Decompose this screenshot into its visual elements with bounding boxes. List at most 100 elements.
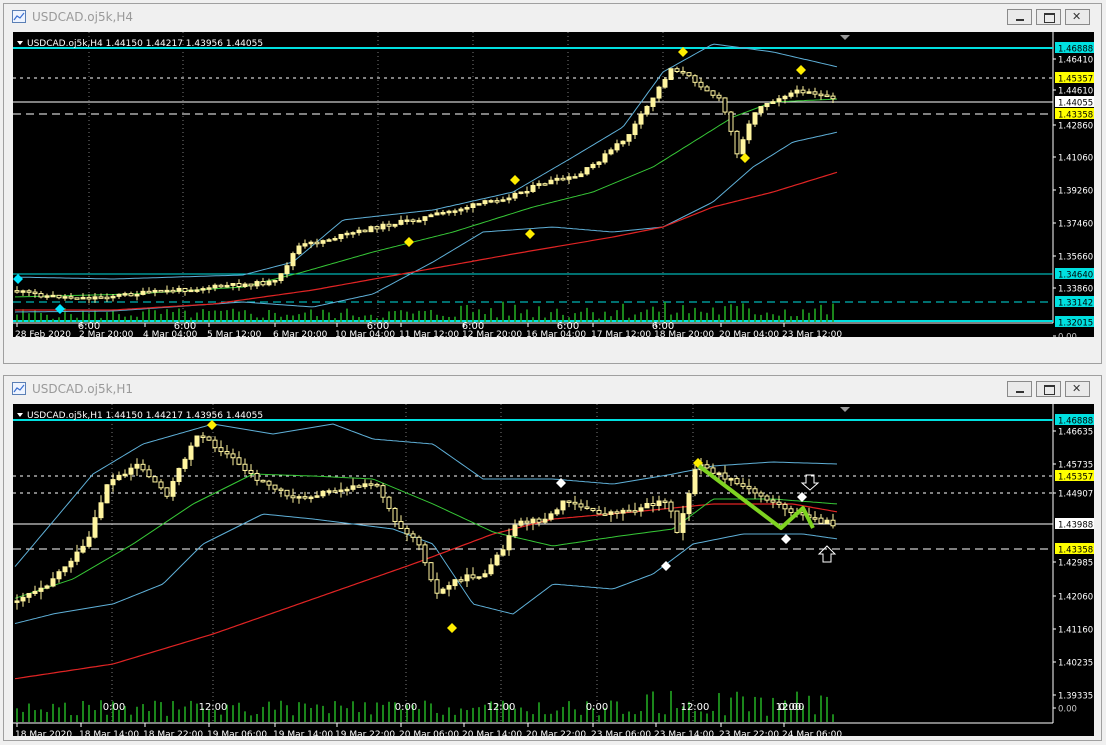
- candle-body: [206, 287, 212, 290]
- time-label: 24 Mar 06:00: [782, 730, 842, 736]
- candle-body: [20, 290, 26, 293]
- candle-body: [734, 478, 740, 485]
- candle-body: [770, 499, 776, 503]
- candle-body: [98, 502, 104, 519]
- price-label: 1.32015: [1058, 319, 1093, 329]
- candle-body: [776, 98, 782, 103]
- time-label: 23 Mar 06:00: [591, 730, 651, 736]
- candle-body: [548, 513, 554, 520]
- candle-body: [350, 485, 356, 490]
- chart-canvas[interactable]: USDCAD.oj5k,H4 1.44150 1.44217 1.43956 1…: [13, 32, 1095, 343]
- candle-body: [458, 208, 464, 212]
- time-label: 16 Mar 04:00: [526, 330, 586, 337]
- window-titlebar[interactable]: USDCAD.oj5k,H4 ✕: [4, 4, 1101, 30]
- candle-body: [734, 130, 740, 155]
- price-label: 1.43358: [1058, 546, 1093, 556]
- candle-body: [224, 284, 230, 288]
- bollinger-middle-band: [15, 98, 838, 298]
- candle-body: [668, 501, 674, 512]
- candle-body: [662, 500, 668, 504]
- restore-button[interactable]: [1036, 381, 1061, 397]
- chart-window-h4[interactable]: USDCAD.oj5k,H4 ✕ USDCAD.oj5k,H4 1.44150 …: [3, 3, 1102, 364]
- candle-body: [302, 496, 308, 499]
- candle-body: [530, 184, 536, 192]
- bollinger-lower-band: [14, 513, 838, 624]
- restore-button[interactable]: [1036, 9, 1061, 25]
- candle-body: [470, 574, 476, 579]
- time-label: 19 Mar 06:00: [207, 730, 267, 736]
- chart-app-icon: [12, 10, 26, 23]
- time-label: 18 Mar 2020: [15, 730, 72, 736]
- candle-body: [794, 89, 800, 94]
- candle-body: [764, 102, 770, 108]
- price-label: 0.00: [1058, 705, 1077, 715]
- candle-body: [98, 296, 104, 299]
- candle-body: [116, 474, 122, 481]
- candle-body: [572, 176, 578, 179]
- chart-window-h1[interactable]: USDCAD.oj5k,H1 ✕ USDCAD.oj5k,H1 1.44150 …: [3, 375, 1102, 741]
- price-label: 1.37460: [1058, 220, 1093, 230]
- window-title: USDCAD.oj5k,H1: [32, 382, 134, 396]
- candle-body: [146, 290, 152, 294]
- session-label: 0:00: [103, 702, 125, 713]
- candle-body: [116, 293, 122, 297]
- session-label: 0:00: [395, 702, 417, 713]
- close-button[interactable]: ✕: [1065, 9, 1090, 25]
- candle-body: [824, 519, 830, 524]
- fractal-marker: [13, 274, 23, 284]
- candle-body: [482, 573, 488, 578]
- candle-body: [218, 284, 224, 288]
- candle-body: [110, 479, 116, 486]
- session-label: 12:00: [776, 702, 805, 713]
- candle-body: [278, 273, 284, 282]
- close-button[interactable]: ✕: [1065, 381, 1090, 397]
- candle-body: [50, 578, 56, 587]
- candle-body: [236, 457, 242, 465]
- candle-body: [770, 101, 776, 104]
- chart-shift-marker-icon: [840, 35, 850, 40]
- fractal-marker: [510, 175, 520, 185]
- price-chart-h1[interactable]: USDCAD.oj5k,H1 1.44150 1.44217 1.43956 1…: [13, 404, 1095, 740]
- candle-body: [788, 92, 794, 97]
- candle-body: [170, 480, 176, 497]
- candle-body: [824, 94, 830, 98]
- candle-body: [596, 509, 602, 515]
- candle-body: [398, 521, 404, 529]
- candle-body: [266, 480, 272, 486]
- candle-body: [254, 281, 260, 287]
- arrow-up-icon: [817, 545, 837, 563]
- time-label: 18 Mar 14:00: [79, 730, 139, 736]
- candle-body: [188, 445, 194, 460]
- candle-body: [266, 280, 272, 286]
- candle-body: [422, 544, 428, 564]
- candle-body: [752, 112, 758, 125]
- candle-body: [710, 90, 716, 96]
- price-label: 1.34640: [1058, 271, 1093, 281]
- candle-body: [710, 467, 716, 474]
- candle-body: [620, 509, 626, 514]
- minimize-button[interactable]: [1007, 9, 1032, 25]
- chart-app-icon: [12, 382, 26, 395]
- candle-body: [524, 190, 530, 194]
- candle-body: [596, 161, 602, 165]
- price-label: 1.44907: [1058, 490, 1093, 500]
- candle-body: [128, 467, 134, 475]
- candle-body: [626, 509, 632, 513]
- minimize-button[interactable]: [1007, 381, 1032, 397]
- time-label: 23 Mar 12:00: [782, 330, 842, 337]
- chart-canvas[interactable]: USDCAD.oj5k,H1 1.44150 1.44217 1.43956 1…: [13, 404, 1095, 740]
- candle-body: [140, 290, 146, 295]
- candle-body: [92, 517, 98, 538]
- time-label: 19 Mar 14:00: [273, 730, 333, 736]
- candle-body: [830, 519, 836, 527]
- candle-body: [500, 549, 506, 556]
- window-titlebar[interactable]: USDCAD.oj5k,H1 ✕: [4, 376, 1101, 402]
- price-chart-h4[interactable]: USDCAD.oj5k,H4 1.44150 1.44217 1.43956 1…: [13, 32, 1095, 343]
- candle-body: [176, 287, 182, 292]
- candle-body: [50, 294, 56, 298]
- candle-body: [344, 488, 350, 492]
- time-label: 20 Mar 22:00: [526, 730, 586, 736]
- candle-body: [632, 510, 638, 513]
- fractal-marker: [525, 229, 535, 239]
- candle-body: [446, 210, 452, 214]
